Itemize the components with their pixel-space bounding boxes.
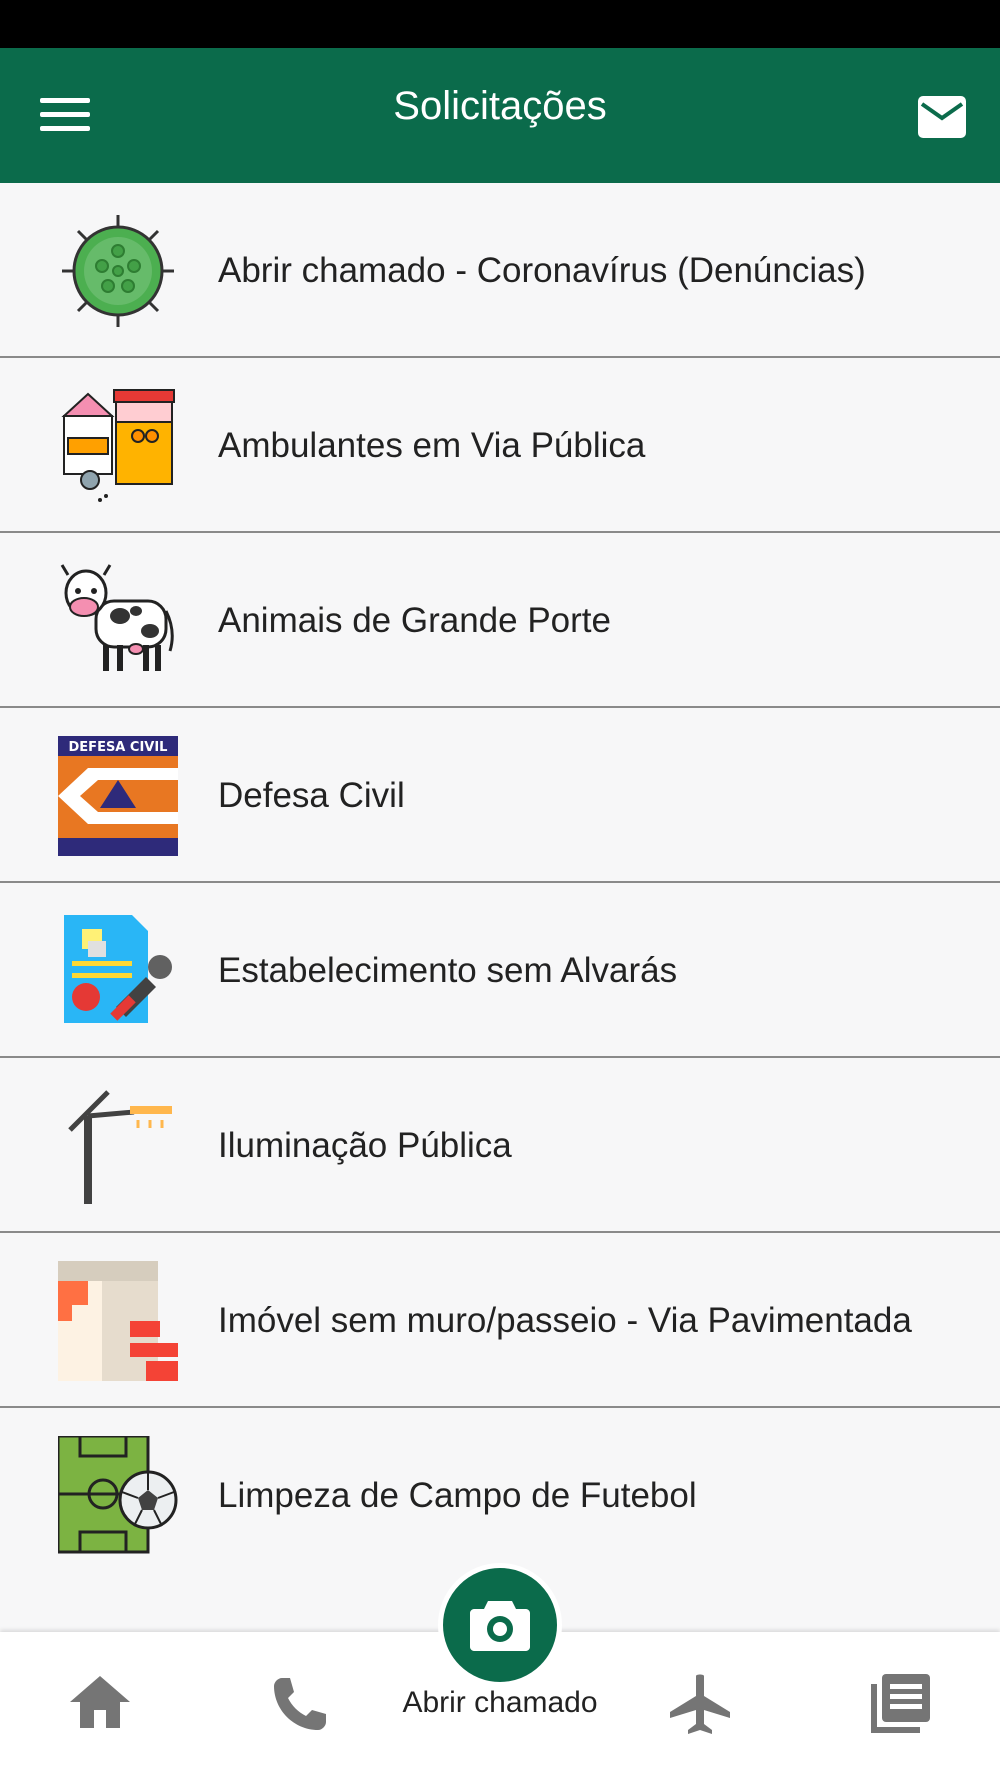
news-icon [871,1674,930,1733]
mail-icon[interactable] [918,96,966,138]
list-item-alvaras[interactable]: Estabelecimento sem Alvarás [0,883,1000,1058]
nav-home[interactable] [0,1632,200,1778]
coronavirus-icon [62,215,174,327]
list-item-defesa-civil[interactable]: DEFESA CIVIL Defesa Civil [0,708,1000,883]
list-item-label: Defesa Civil [218,776,405,815]
list-item-coronavirus[interactable]: Abrir chamado - Coronavírus (Denúncias) [0,183,1000,358]
page-title: Solicitações [393,84,607,128]
request-list: Abrir chamado - Coronavírus (Denúncias) … [0,183,1000,1583]
list-item-ambulantes[interactable]: Ambulantes em Via Pública [0,358,1000,533]
list-item-label: Imóvel sem muro/passeio - Via Pavimentad… [218,1301,912,1340]
defesa-civil-logo: DEFESA CIVIL [58,736,178,856]
nav-airplane[interactable] [600,1632,800,1778]
list-item-iluminacao[interactable]: Iluminação Pública [0,1058,1000,1233]
list-item-futebol[interactable]: Limpeza de Campo de Futebol [0,1408,1000,1583]
status-bar [0,0,1000,48]
street-lamp-icon [68,1090,172,1204]
app-bar: Solicitações [0,48,1000,183]
nav-news[interactable] [800,1632,1000,1778]
list-item-label: Iluminação Pública [218,1126,512,1165]
street-vendor-icon [61,389,175,502]
fab-label: Abrir chamado [402,1686,598,1719]
svg-text:DEFESA CIVIL: DEFESA CIVIL [69,740,168,755]
soccer-field-icon [58,1436,178,1554]
list-item-animais[interactable]: Animais de Grande Porte [0,533,1000,708]
home-icon [70,1676,130,1728]
phone-icon [274,1678,326,1730]
wall-icon [58,1261,178,1381]
nav-phone[interactable] [200,1632,400,1778]
open-request-button[interactable] [438,1563,562,1687]
list-item-label: Estabelecimento sem Alvarás [218,951,678,990]
list-item-imovel[interactable]: Imóvel sem muro/passeio - Via Pavimentad… [0,1233,1000,1408]
list-item-label: Ambulantes em Via Pública [218,426,646,465]
list-item-label: Abrir chamado - Coronavírus (Denúncias) [218,251,866,290]
list-item-label: Animais de Grande Porte [218,601,611,640]
camera-icon [470,1601,530,1651]
cow-icon [60,564,174,671]
airplane-icon [670,1674,730,1734]
list-item-label: Limpeza de Campo de Futebol [218,1476,697,1515]
document-stamp-icon [64,915,172,1023]
